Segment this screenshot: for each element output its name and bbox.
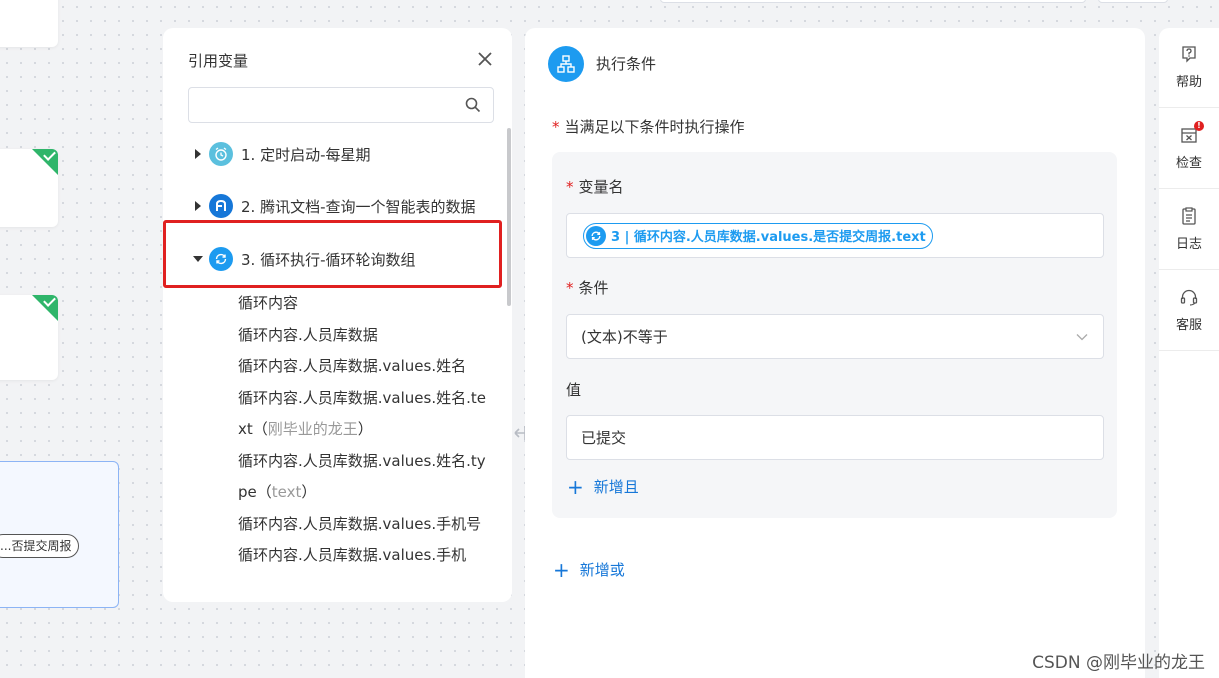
variable-item-text: xt（ bbox=[238, 420, 268, 438]
rail-item-label: 帮助 bbox=[1175, 75, 1202, 90]
variable-item-continued[interactable]: pe（text） bbox=[238, 481, 316, 502]
add-and-button[interactable]: + 新增且 bbox=[567, 476, 639, 497]
condition-group: * 变量名 3 | 循环内容.人员库数据.values.是否提交周报.text *… bbox=[552, 152, 1117, 518]
search-icon[interactable] bbox=[465, 97, 481, 113]
condition-select[interactable]: (文本)不等于 bbox=[566, 314, 1104, 359]
plus-icon: + bbox=[567, 474, 584, 499]
tree-node-label: 2. 腾讯文档-查询一个智能表的数据 bbox=[241, 197, 476, 216]
add-or-label: 新增或 bbox=[579, 561, 625, 579]
variable-item[interactable]: 循环内容.人员库数据.values.手机 bbox=[238, 544, 466, 565]
tencent-docs-icon bbox=[209, 194, 233, 218]
tree-node-tencent-docs[interactable]: 2. 腾讯文档-查询一个智能表的数据 bbox=[191, 192, 476, 220]
variable-sample-value: text bbox=[271, 483, 302, 501]
rail-item-help[interactable]: 帮助 bbox=[1159, 28, 1219, 108]
variable-item[interactable]: 循环内容.人员库数据.values.姓名 bbox=[238, 355, 466, 376]
variable-item-text: ） bbox=[301, 483, 317, 501]
variable-search-field[interactable] bbox=[188, 87, 494, 123]
chevron-down-icon bbox=[1076, 334, 1088, 341]
variable-label-text: 变量名 bbox=[578, 178, 624, 196]
search-input[interactable] bbox=[199, 88, 459, 122]
variable-item[interactable]: 循环内容.人员库数据.values.姓名.ty bbox=[238, 450, 486, 471]
scrollbar[interactable] bbox=[507, 128, 511, 306]
rule-label: * 当满足以下条件时执行操作 bbox=[552, 118, 745, 136]
panel-title: 引用变量 bbox=[188, 52, 249, 70]
value-input[interactable]: 已提交 bbox=[566, 415, 1104, 460]
highlight-box bbox=[163, 220, 502, 288]
condition-label: * 条件 bbox=[566, 279, 609, 297]
variable-item-text: pe（ bbox=[238, 483, 272, 501]
flow-node-card[interactable] bbox=[0, 295, 58, 380]
rail-item-service[interactable]: 客服 bbox=[1159, 271, 1219, 351]
loop-icon bbox=[586, 225, 606, 246]
variable-label: * 变量名 bbox=[566, 178, 624, 196]
add-and-label: 新增且 bbox=[593, 478, 639, 496]
loop-variable-pill[interactable]: 否提交周报... bbox=[0, 534, 79, 558]
loop-node-card[interactable]: 否提交周报... bbox=[0, 461, 119, 608]
add-or-button[interactable]: + 新增或 bbox=[553, 559, 625, 580]
headset-icon bbox=[1179, 287, 1199, 307]
variable-sample-value: 刚毕业的龙王 bbox=[267, 420, 358, 438]
variable-item[interactable]: 循环内容 bbox=[238, 292, 298, 313]
variable-field[interactable]: 3 | 循环内容.人员库数据.values.是否提交周报.text bbox=[566, 213, 1104, 258]
rail-item-log[interactable]: 日志 bbox=[1159, 190, 1219, 270]
variable-tag-text: 3 | 循环内容.人员库数据.values.是否提交周报.text bbox=[611, 230, 926, 245]
variable-item[interactable]: 循环内容.人员库数据.values.手机号 bbox=[238, 513, 481, 534]
flow-node-card[interactable] bbox=[0, 149, 58, 227]
caret-right-icon[interactable] bbox=[191, 199, 205, 213]
variable-item-text: ） bbox=[357, 420, 373, 438]
variable-item[interactable]: 循环内容.人员库数据.values.姓名.te bbox=[238, 387, 486, 408]
top-search-input[interactable] bbox=[660, 0, 1086, 3]
value-label: 值 bbox=[566, 381, 582, 399]
plus-icon: + bbox=[553, 557, 570, 582]
alarm-clock-icon bbox=[209, 142, 233, 166]
checkmark-icon bbox=[32, 295, 58, 321]
variable-tag[interactable]: 3 | 循环内容.人员库数据.values.是否提交周报.text bbox=[583, 222, 933, 249]
rail-item-label: 检查 bbox=[1175, 156, 1202, 171]
log-icon bbox=[1179, 206, 1199, 226]
tree-node-schedule[interactable]: 1. 定时启动-每星期 bbox=[191, 140, 371, 168]
reference-variables-panel: 引用变量 1. 定时启动-每星期 2. 腾讯文档-查询一个智能表的数据 3. 循… bbox=[163, 28, 512, 602]
condition-select-value: (文本)不等于 bbox=[581, 328, 668, 346]
top-action-button[interactable] bbox=[1098, 0, 1168, 3]
rail-item-label: 日志 bbox=[1175, 237, 1202, 252]
rail-item-label: 客服 bbox=[1175, 318, 1202, 333]
panel-title: 执行条件 bbox=[596, 55, 657, 73]
caret-right-icon[interactable] bbox=[191, 147, 205, 161]
tree-node-label: 1. 定时启动-每星期 bbox=[241, 145, 371, 164]
check-icon: ! bbox=[1179, 121, 1204, 145]
variable-item-continued[interactable]: xt（刚毕业的龙王） bbox=[238, 418, 373, 439]
checkmark-icon bbox=[32, 149, 58, 175]
alert-badge: ! bbox=[1194, 121, 1204, 131]
variable-item[interactable]: 循环内容.人员库数据 bbox=[238, 324, 378, 345]
flow-node-card[interactable] bbox=[0, 0, 58, 47]
close-icon[interactable] bbox=[476, 50, 494, 68]
execution-condition-panel: 执行条件 * 当满足以下条件时执行操作 * 变量名 3 | 循环内容.人员库数据.v… bbox=[525, 28, 1145, 678]
value-input-text: 已提交 bbox=[581, 429, 627, 447]
help-icon bbox=[1179, 44, 1199, 64]
condition-label-text: 条件 bbox=[578, 279, 609, 297]
rail-item-check[interactable]: ! 检查 bbox=[1159, 109, 1219, 189]
watermark: CSDN @刚毕业的龙王 bbox=[1032, 653, 1205, 673]
rule-label-text: 当满足以下条件时执行操作 bbox=[564, 118, 745, 136]
org-chart-icon bbox=[548, 46, 584, 82]
right-tool-rail: 帮助 ! 检查 日志 客服 bbox=[1159, 28, 1219, 678]
